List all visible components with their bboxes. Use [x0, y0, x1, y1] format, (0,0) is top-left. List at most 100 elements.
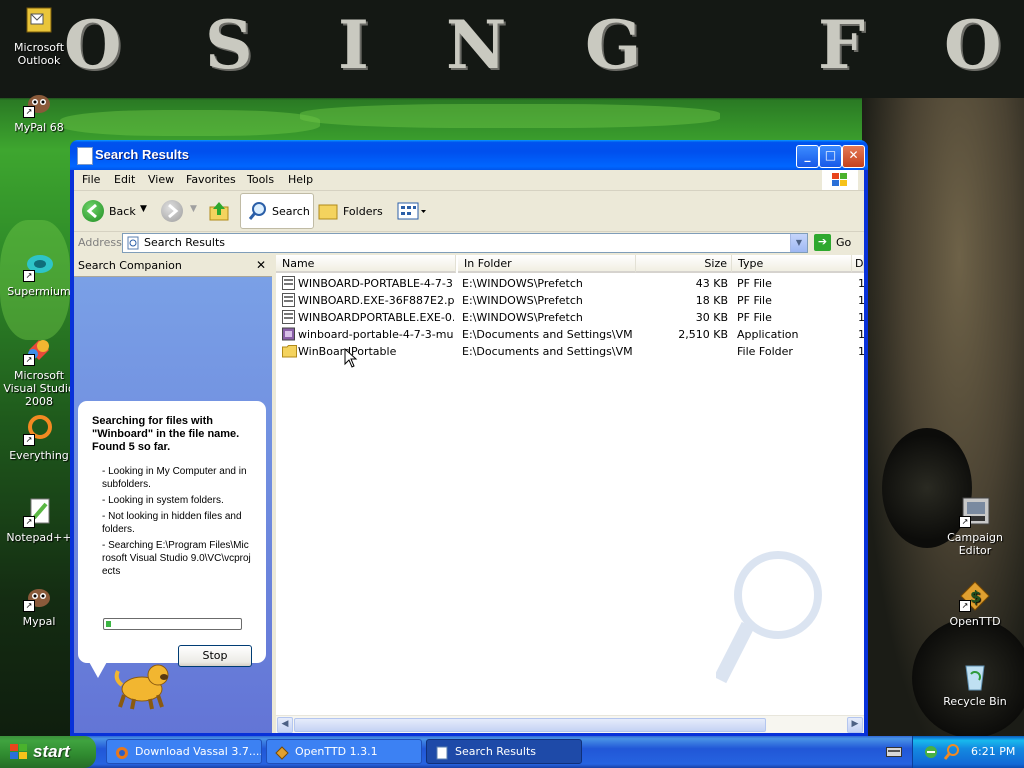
supermium-icon: ↗ — [23, 250, 55, 282]
address-field[interactable]: Search Results ▼ — [122, 233, 808, 253]
desktop-icon-label: Campaign Editor — [947, 531, 1003, 557]
menu-tools[interactable]: Tools — [247, 173, 274, 186]
up-folder-icon[interactable] — [208, 199, 232, 226]
back-dropdown-icon[interactable]: ▼ — [140, 204, 147, 214]
search-results-window: Search Results _ □ ✕ File Edit View Favo… — [70, 140, 868, 737]
desktop-icon-label: OpenTTD — [949, 615, 1001, 628]
result-row[interactable]: winboard-portable-4-7-3-multi... E:\Docu… — [276, 326, 864, 343]
result-name: winboard-portable-4-7-3-multi... — [298, 328, 454, 341]
go-button[interactable]: Go — [836, 236, 851, 249]
horizontal-scrollbar[interactable]: ◀ ▶ — [276, 715, 864, 733]
taskbar-item-active[interactable]: Search Results — [426, 739, 582, 764]
close-button[interactable]: ✕ — [842, 145, 865, 168]
column-header-type[interactable]: Type — [732, 255, 852, 273]
address-label: Address — [78, 236, 122, 249]
scrollbar-thumb[interactable] — [294, 718, 766, 732]
column-header-date[interactable]: D — [852, 255, 864, 273]
search-button[interactable]: Search — [240, 193, 314, 229]
stop-button[interactable]: Stop — [178, 645, 252, 667]
outlook-icon — [23, 6, 55, 38]
go-arrow-icon[interactable]: ➔ — [814, 234, 831, 251]
desktop-icon-campaign-editor[interactable]: ↗ Campaign Editor — [938, 496, 1012, 557]
folder-icon — [282, 344, 297, 358]
desktop-icon-label: Everything — [9, 449, 69, 462]
desktop-icon-label: Microsoft Visual Studio 2008 — [3, 369, 75, 408]
shortcut-arrow-icon: ↗ — [23, 354, 35, 366]
taskbar-item[interactable]: OpenTTD 1.3.1 — [266, 739, 422, 764]
result-row[interactable]: WINBOARDPORTABLE.EXE-0... E:\WINDOWS\Pre… — [276, 309, 864, 326]
result-name: WINBOARD.EXE-36F887E2.pf — [298, 294, 454, 307]
desktop-icon-outlook[interactable]: Microsoft Outlook — [2, 6, 76, 67]
shortcut-arrow-icon: ↗ — [23, 270, 35, 282]
result-row[interactable]: WinBoardPortable E:\Documents and Settin… — [276, 343, 864, 360]
close-pane-icon[interactable]: ✕ — [256, 258, 266, 272]
folders-button[interactable]: Folders — [343, 205, 383, 218]
shortcut-arrow-icon: ↗ — [959, 600, 971, 612]
menu-edit[interactable]: Edit — [114, 173, 135, 186]
column-header-in-folder[interactable]: In Folder — [458, 255, 636, 273]
balloon-tail — [88, 660, 108, 678]
shortcut-arrow-icon: ↗ — [959, 516, 971, 528]
search-magnifier-icon — [247, 200, 269, 225]
menu-help[interactable]: Help — [288, 173, 313, 186]
minimize-button[interactable]: _ — [796, 145, 819, 168]
desktop-icon-recycle-bin[interactable]: Recycle Bin — [938, 660, 1012, 708]
search-results-icon — [126, 236, 140, 253]
result-row[interactable]: WINBOARD.EXE-36F887E2.pf E:\WINDOWS\Pref… — [276, 292, 864, 309]
start-button[interactable]: start — [0, 736, 96, 768]
taskbar: start Download Vassal 3.7.... OpenTTD 1.… — [0, 736, 1024, 768]
desktop-icon-label: Mypal — [22, 615, 56, 628]
scroll-right-icon[interactable]: ▶ — [847, 717, 863, 733]
window-titlebar[interactable]: Search Results _ □ ✕ — [70, 140, 868, 170]
menu-bar: File Edit View Favorites Tools Help — [74, 170, 864, 191]
search-status-balloon: Searching for files with "Winboard" in t… — [78, 401, 266, 667]
keyboard-icon[interactable] — [886, 746, 902, 761]
desktop-icon-mypal[interactable]: ↗ Mypal — [2, 580, 76, 628]
result-row[interactable]: WINBOARD-PORTABLE-4-7-3... E:\WINDOWS\Pr… — [276, 275, 864, 292]
windows-flag-icon — [10, 744, 28, 763]
desktop-icon-mypal-68[interactable]: ↗ MyPal 68 — [2, 86, 76, 134]
desktop-icon-label: Supermium — [7, 285, 71, 298]
desktop-icon-visual-studio[interactable]: ↗ Microsoft Visual Studio 2008 — [2, 334, 76, 408]
shortcut-arrow-icon: ↗ — [23, 434, 35, 446]
search-tray-icon[interactable] — [943, 743, 961, 764]
desktop-icon-supermium[interactable]: ↗ Supermium — [2, 250, 76, 298]
banner-letter: N — [446, 6, 507, 84]
folders-icon[interactable] — [318, 201, 340, 224]
taskbar-item[interactable]: Download Vassal 3.7.... — [106, 739, 262, 764]
forward-arrow-icon[interactable] — [161, 200, 183, 222]
openttd-icon — [275, 745, 289, 760]
menu-favorites[interactable]: Favorites — [186, 173, 236, 186]
forward-dropdown-icon[interactable]: ▼ — [190, 204, 197, 214]
search-progress-bar — [103, 618, 242, 630]
network-icon[interactable] — [923, 744, 939, 763]
column-header-size[interactable]: Size — [636, 255, 732, 273]
desktop-icon-openttd[interactable]: $ ↗ OpenTTD — [938, 580, 1012, 628]
address-dropdown-icon[interactable]: ▼ — [790, 234, 807, 252]
search-assistant-dog-icon[interactable] — [110, 655, 180, 711]
result-size: 43 KB — [695, 277, 728, 290]
search-companion-title: Search Companion — [78, 259, 182, 272]
status-bullet: - Looking in system folders. — [102, 495, 224, 506]
maximize-button[interactable]: □ — [819, 145, 842, 168]
taskbar-item-label: Download Vassal 3.7.... — [135, 745, 262, 758]
search-status-heading: Searching for files with "Winboard" in t… — [92, 415, 240, 453]
result-name: WinBoardPortable — [298, 345, 454, 358]
result-type: PF File — [737, 311, 772, 324]
window-client-area: File Edit View Favorites Tools Help Back… — [74, 170, 864, 733]
shortcut-arrow-icon: ↗ — [23, 106, 35, 118]
views-icon[interactable] — [397, 200, 427, 225]
menu-file[interactable]: File — [82, 173, 100, 186]
address-value: Search Results — [144, 236, 226, 249]
column-header-name[interactable]: Name — [276, 255, 456, 273]
scroll-left-icon[interactable]: ◀ — [277, 717, 293, 733]
desktop-icon-everything[interactable]: ↗ Everything — [2, 414, 76, 462]
back-arrow-icon[interactable] — [82, 200, 104, 222]
back-button[interactable]: Back — [109, 205, 136, 218]
result-size: 30 KB — [695, 311, 728, 324]
desktop-icon-notepadpp[interactable]: ↗ Notepad++ — [2, 496, 76, 544]
result-size: 2,510 KB — [678, 328, 728, 341]
wallpaper-soldier — [862, 98, 1024, 736]
result-date: 1 — [858, 277, 864, 290]
menu-view[interactable]: View — [148, 173, 174, 186]
